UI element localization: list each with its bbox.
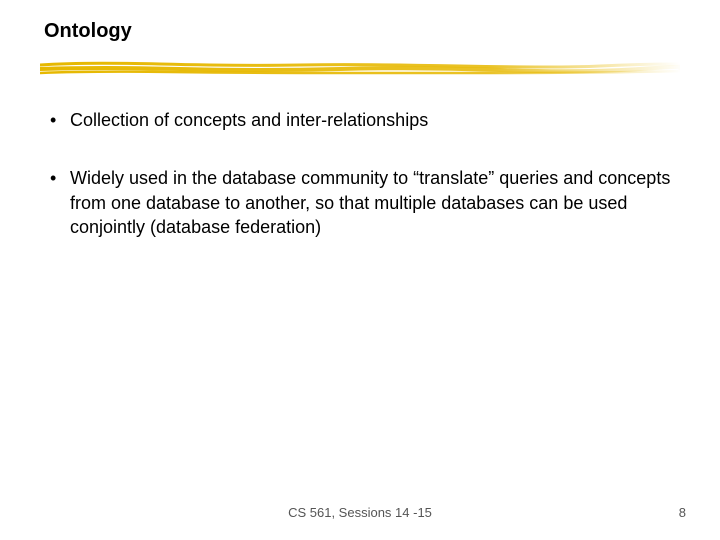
slide-footer: CS 561, Sessions 14 -15: [0, 505, 720, 520]
bullet-item: Collection of concepts and inter-relatio…: [50, 108, 680, 132]
title-underline: [40, 61, 680, 75]
page-number: 8: [679, 505, 686, 520]
slide-title: Ontology: [44, 20, 680, 43]
bullet-list: Collection of concepts and inter-relatio…: [40, 108, 680, 239]
bullet-item: Widely used in the database community to…: [50, 166, 680, 239]
slide: Ontology Collection of concepts and inte…: [0, 0, 720, 540]
